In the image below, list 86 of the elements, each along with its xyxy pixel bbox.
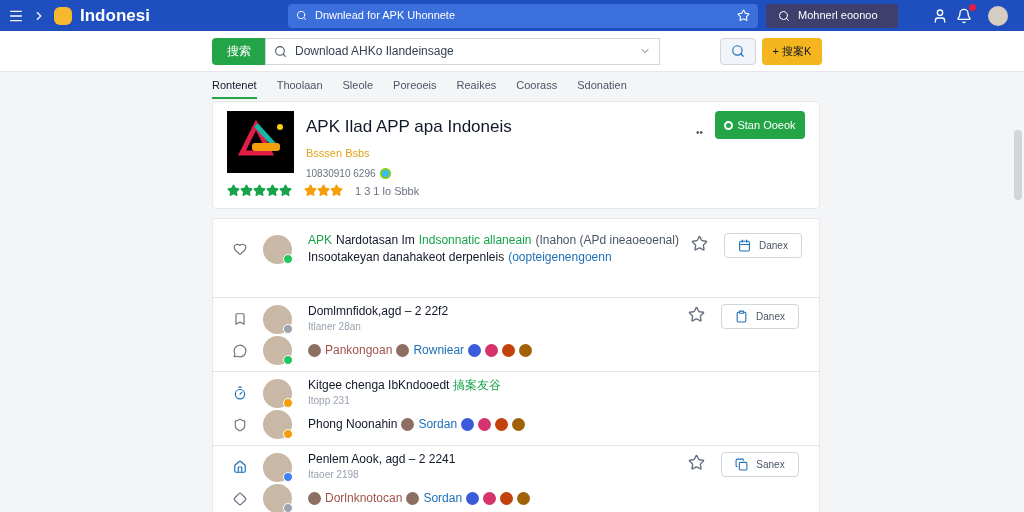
- rating-text: 1 3 1 lo Sbbk: [355, 183, 420, 199]
- tag-avatar: [308, 492, 321, 505]
- tab[interactable]: Coorass: [516, 76, 558, 99]
- emoji-icon: [466, 492, 480, 505]
- emoji-icon: [483, 492, 497, 505]
- avatar: [263, 410, 292, 439]
- avatar: [263, 234, 292, 264]
- avatar: [263, 378, 292, 408]
- logo-text: Indonesi: [80, 4, 151, 27]
- post-text: APK: [308, 233, 332, 248]
- bell-icon[interactable]: [956, 7, 972, 24]
- post-text: Indsonnatic allaneain: [418, 233, 532, 248]
- emoji-icon: [495, 418, 509, 431]
- emoji-icon: [517, 492, 531, 505]
- avatar[interactable]: [988, 5, 1008, 26]
- app-title: APK Ilad APP apa Indoneis: [306, 116, 512, 138]
- star-icon[interactable]: [688, 306, 705, 323]
- search-field[interactable]: Dnwnlead for APK Uhonnete: [288, 3, 758, 28]
- tab[interactable]: Sleole: [342, 76, 374, 99]
- side-icon[interactable]: [233, 343, 247, 358]
- search-bar[interactable]: Download AHKo Ilandeinsage: [265, 37, 660, 65]
- app-logo-icon: [227, 111, 294, 173]
- search-icon: [731, 44, 745, 58]
- search-button[interactable]: [720, 37, 756, 65]
- tag-text[interactable]: Pankongoan: [325, 343, 393, 358]
- app-meta: 10830910 6296: [306, 167, 376, 181]
- post-meta: Itopp 231: [308, 394, 351, 408]
- star-icon[interactable]: [690, 235, 708, 252]
- side-icon[interactable]: [233, 312, 247, 326]
- star-icon[interactable]: [688, 454, 705, 471]
- tag-text[interactable]: Sordan: [418, 417, 458, 432]
- search-icon: [274, 44, 287, 58]
- scrollbar[interactable]: [1014, 130, 1022, 200]
- avatar: [263, 452, 292, 482]
- search-icon: [778, 9, 790, 22]
- post-text: 搞案友谷: [453, 378, 502, 393]
- action-button[interactable]: Sanex: [721, 452, 799, 477]
- post-meta: Itlaner 28an: [308, 320, 362, 334]
- emoji-icon: [485, 344, 499, 357]
- post-text: Phong Noonahin: [308, 417, 398, 432]
- emoji-icon: [468, 344, 482, 357]
- globe-icon: [379, 168, 391, 179]
- tag-text[interactable]: Sordan: [423, 491, 463, 506]
- avatar: [263, 304, 292, 334]
- action-button[interactable]: Danex: [723, 233, 802, 258]
- tag-text[interactable]: Dorlnknotocan: [325, 491, 403, 506]
- emoji-icon: [478, 418, 492, 431]
- tab[interactable]: Sdonatien: [577, 76, 627, 99]
- post-text: Domlmnfidok,agd – 2 22f2: [308, 304, 449, 319]
- tab[interactable]: Poreoeis: [393, 76, 437, 99]
- tag-text[interactable]: Rowniear: [413, 343, 465, 358]
- post-text: Insootakeyan danahakeot derpenleis: [308, 250, 505, 265]
- tab[interactable]: Thoolaan: [276, 76, 323, 99]
- search-icon: [296, 10, 307, 21]
- tag-avatar: [308, 344, 321, 357]
- emoji-icon: [502, 344, 516, 357]
- post-text: Nardotasan Im: [336, 233, 415, 248]
- emoji-icon: [512, 418, 526, 431]
- add-button[interactable]: + 搜案K: [762, 37, 822, 65]
- avatar: [263, 484, 292, 512]
- tag-avatar: [396, 344, 410, 357]
- avatar: [263, 336, 292, 365]
- emoji-icon: [461, 418, 475, 431]
- side-icon[interactable]: [233, 386, 247, 400]
- action-button[interactable]: Danex: [721, 304, 799, 329]
- post-text: Kitgee chenga IbKndooedt: [308, 378, 450, 393]
- more-menu[interactable]: ••: [696, 125, 703, 199]
- account-button[interactable]: Mohnerl eoonoo: [766, 3, 898, 28]
- tag-avatar: [401, 418, 415, 431]
- tag-avatar: [406, 492, 420, 505]
- search-input[interactable]: Download AHKo Ilandeinsage: [295, 42, 631, 60]
- logo-icon: [54, 6, 72, 25]
- post-text: (Inahon (APd ineaoeoenal): [535, 233, 679, 248]
- user-icon[interactable]: [932, 7, 948, 24]
- side-icon[interactable]: [233, 242, 247, 256]
- tab[interactable]: Reaikes: [456, 76, 497, 99]
- emoji-icon: [500, 492, 514, 505]
- side-icon[interactable]: [233, 491, 247, 506]
- side-icon[interactable]: [233, 417, 247, 432]
- tab[interactable]: Rontenet: [212, 76, 257, 99]
- post-text: Penlem Aook, agd – 2 2241: [308, 452, 456, 467]
- side-icon[interactable]: [233, 460, 247, 474]
- emoji-icon: [519, 344, 533, 357]
- post-text: (oopteigenengoenn: [508, 250, 612, 265]
- post-meta: Itaoer 2198: [308, 468, 360, 482]
- app-subtitle: Bsssen Bsbs: [306, 145, 371, 161]
